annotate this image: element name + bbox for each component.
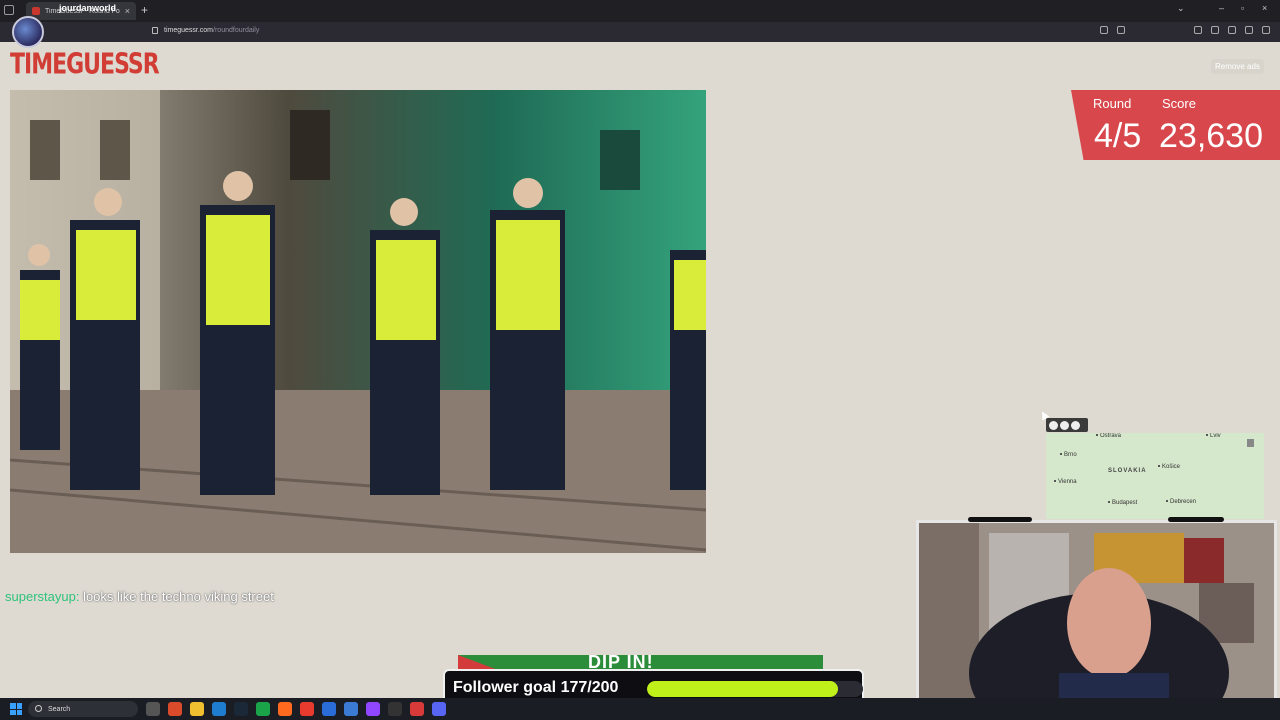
minimize-icon[interactable]: – [1219, 3, 1224, 13]
taskbar-apps [146, 702, 446, 716]
guess-map[interactable]: Ostrava Lviv Brno SLOVAKIA Košice Vienna… [1046, 433, 1264, 519]
webcam-frame-accent [968, 517, 1032, 522]
follower-progress-bar [647, 681, 863, 697]
round-value: 4/5 [1094, 117, 1142, 155]
discord-icon[interactable] [432, 702, 446, 716]
xbox-icon[interactable] [256, 702, 270, 716]
promo-banner: DIP IN! [458, 655, 823, 670]
banner-text: DIP IN! [588, 655, 654, 670]
brave-icon[interactable] [300, 702, 314, 716]
menu-icon[interactable] [1262, 26, 1270, 34]
remove-ads-button[interactable]: Remove ads [1211, 59, 1264, 74]
map-label: Lviv [1206, 433, 1221, 439]
banner-flag-icon [458, 655, 498, 670]
chat-username: superstayup: [5, 589, 80, 604]
tab-list-icon[interactable] [4, 5, 14, 15]
search-icon [35, 705, 42, 712]
map-arrow-icon[interactable] [1071, 420, 1080, 430]
timeguessr-logo[interactable]: TIMEGUESSR [10, 49, 160, 82]
channel-name: jourdanworld [59, 3, 116, 13]
chat-message: superstayup: looks like the techno vikin… [5, 589, 274, 604]
webcam-feed [916, 520, 1277, 720]
map-label: Vienna [1054, 479, 1077, 485]
map-pin-icon[interactable] [1049, 420, 1058, 430]
app-icon[interactable] [322, 702, 336, 716]
map-toolbar [1046, 418, 1088, 432]
follower-goal-label: Follower goal 177/200 [453, 679, 619, 696]
steam-icon[interactable] [234, 702, 248, 716]
account-icon[interactable] [1211, 26, 1219, 34]
terminal-icon[interactable] [388, 702, 402, 716]
reader-view-icon[interactable] [1100, 26, 1108, 34]
downloads-icon[interactable] [1194, 26, 1202, 34]
timeguessr-favicon-icon [32, 7, 40, 15]
app-icon[interactable] [344, 702, 358, 716]
map-label: Debrecen [1166, 499, 1196, 505]
round-photo [10, 90, 706, 553]
streamer-avatar [12, 16, 44, 48]
extensions-icon[interactable] [1228, 26, 1236, 34]
map-zoom-icon[interactable] [1060, 420, 1069, 430]
map-expand-icon[interactable] [1247, 439, 1254, 447]
window-close-icon[interactable]: × [1262, 3, 1267, 13]
firefox-icon[interactable] [278, 702, 292, 716]
tab-close-icon[interactable]: × [125, 6, 130, 16]
round-label: Round [1093, 96, 1132, 111]
browser-tab-bar: TimeGuessr - Round Four × + ⌄ – ▫ × [0, 0, 1280, 22]
taskbar-search[interactable]: Search [28, 701, 138, 717]
twitch-icon[interactable] [366, 702, 380, 716]
score-label: Score [1162, 96, 1196, 111]
map-label: Budapest [1108, 500, 1137, 506]
score-panel: Round Score 4/5 23,630 [1071, 90, 1280, 160]
start-icon[interactable] [10, 703, 22, 715]
chat-text: looks like the techno viking street [83, 589, 274, 604]
bookmark-star-icon[interactable] [1117, 26, 1125, 34]
follower-progress-fill [647, 681, 839, 697]
lock-icon[interactable] [152, 27, 158, 34]
map-label: Košice [1158, 464, 1180, 470]
new-tab-icon[interactable]: + [141, 3, 148, 17]
webcam-frame-accent [1168, 517, 1224, 522]
maximize-icon[interactable]: ▫ [1241, 3, 1244, 13]
police-line-photo [10, 90, 706, 553]
browser-toolbar [1100, 26, 1270, 34]
recording-icon[interactable] [410, 702, 424, 716]
url-path: /roundfourdaily [213, 27, 260, 34]
webcam-image [919, 523, 1274, 717]
edge-icon[interactable] [212, 702, 226, 716]
map-country-label: SLOVAKIA [1108, 468, 1147, 474]
url-field[interactable]: timeguessr.com/roundfourdaily [164, 27, 259, 34]
map-label: Brno [1060, 452, 1077, 458]
windows-taskbar: Search [0, 698, 1280, 720]
app-icon[interactable] [168, 702, 182, 716]
url-host: timeguessr.com [164, 27, 214, 34]
tab-dropdown-icon[interactable]: ⌄ [1177, 3, 1185, 14]
extension-icon[interactable] [1245, 26, 1253, 34]
task-view-icon[interactable] [146, 702, 160, 716]
score-value: 23,630 [1159, 117, 1263, 155]
search-label: Search [48, 705, 71, 713]
map-label: Ostrava [1096, 433, 1121, 439]
file-explorer-icon[interactable] [190, 702, 204, 716]
